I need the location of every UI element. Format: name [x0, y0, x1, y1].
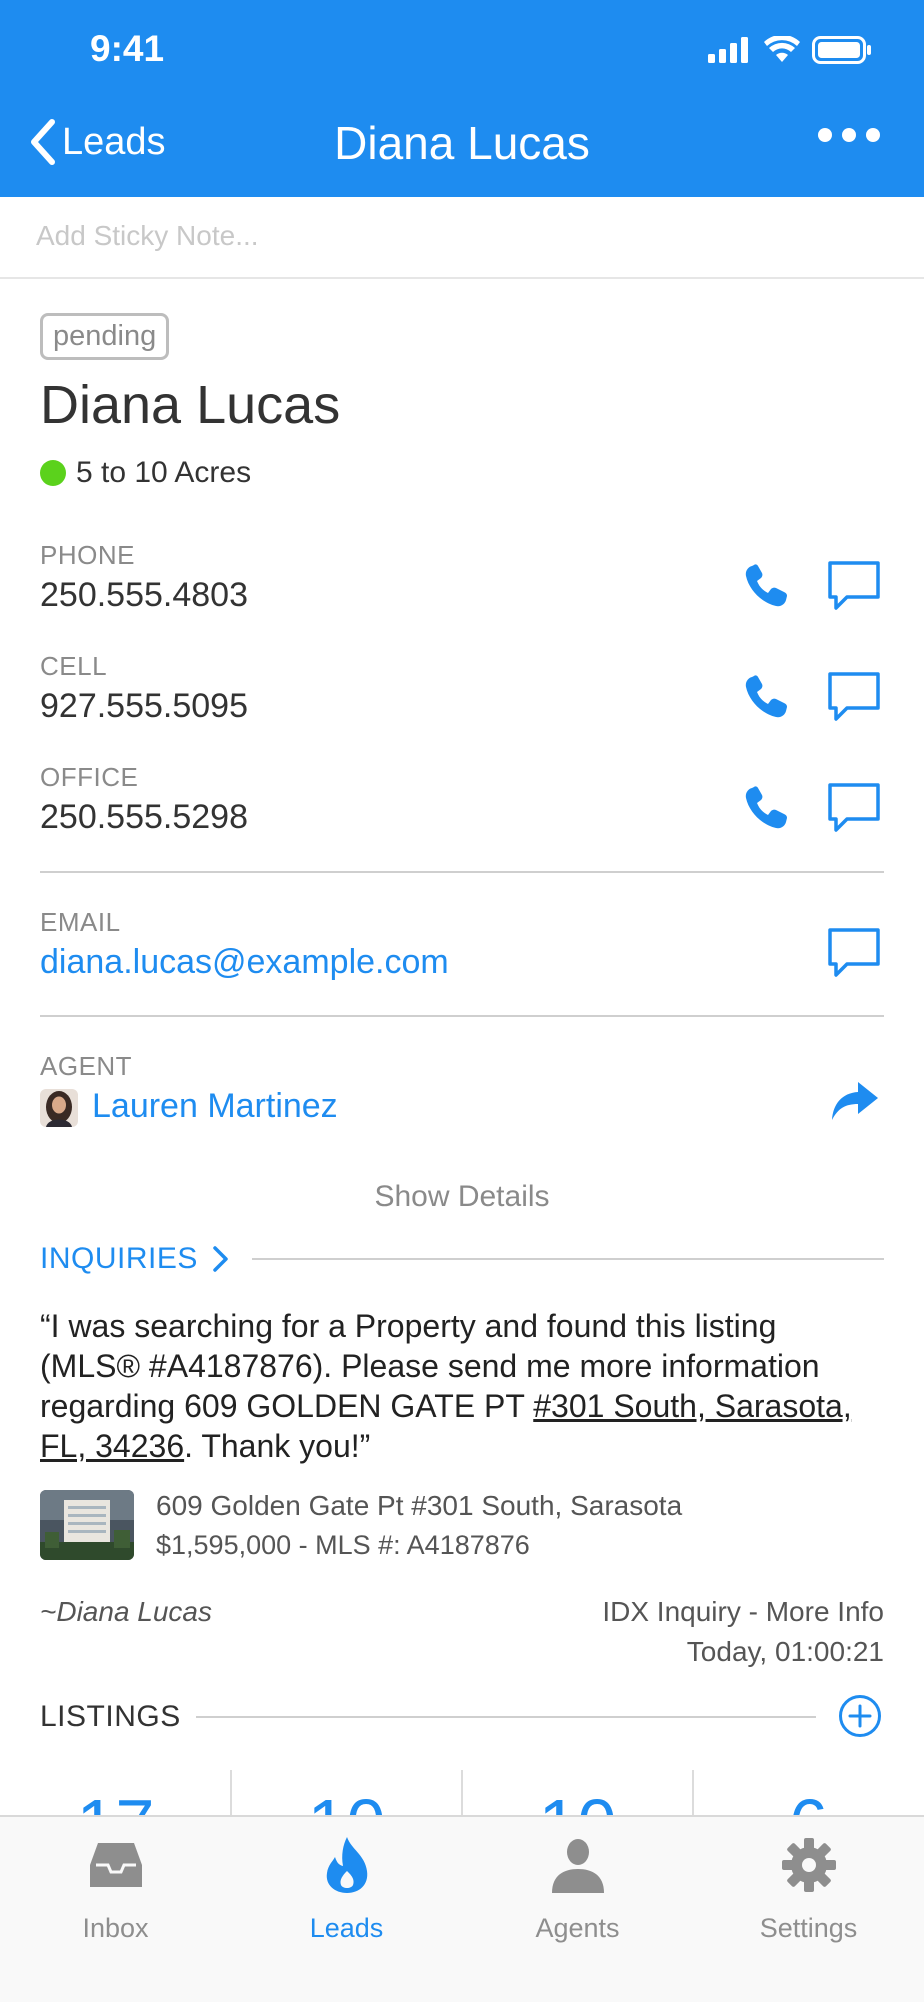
- tab-settings[interactable]: Settings: [693, 1817, 924, 1957]
- agent-avatar: [40, 1089, 78, 1127]
- sticky-note-input[interactable]: [34, 219, 838, 253]
- inquiry-signature: ~Diana Lucas: [40, 1596, 213, 1627]
- signal-icon: [708, 37, 748, 63]
- lead-name: Diana Lucas: [40, 375, 341, 435]
- inquiries-heading: INQUIRIES: [40, 1242, 198, 1275]
- listings-heading: LISTINGS: [40, 1700, 181, 1733]
- listing-address[interactable]: 609 Golden Gate Pt #301 South, Sarasota: [156, 1490, 682, 1522]
- gear-icon: [782, 1838, 836, 1892]
- phone-label: PHONE: [40, 540, 135, 570]
- listing-thumbnail[interactable]: [40, 1490, 134, 1560]
- wifi-icon: [764, 36, 800, 62]
- tab-inbox-label: Inbox: [82, 1913, 149, 1943]
- listing-price: $1,595,000 - MLS #: A4187876: [156, 1530, 530, 1560]
- tab-inbox[interactable]: Inbox: [0, 1817, 231, 1957]
- acreage-label: 5 to 10 Acres: [76, 456, 252, 489]
- forward-share-icon[interactable]: [826, 1074, 882, 1130]
- cell-label: CELL: [40, 651, 108, 681]
- flame-icon: [326, 1837, 368, 1893]
- more-icon-dot: [866, 128, 880, 142]
- show-details-button[interactable]: Show Details: [0, 1180, 924, 1214]
- inquiry-source: IDX Inquiry - More Info: [602, 1596, 884, 1627]
- agent-name-link[interactable]: Lauren Martinez: [92, 1087, 338, 1126]
- status-icons: [708, 36, 872, 64]
- page-title: Diana Lucas: [334, 117, 590, 169]
- tab-agents-label: Agents: [535, 1913, 620, 1943]
- office-label: OFFICE: [40, 762, 139, 792]
- more-icon-dot: [842, 128, 856, 142]
- divider: [40, 871, 884, 873]
- listing-stat[interactable]: 10: [462, 1784, 693, 1816]
- inquiry-time: Today, 01:00:21: [686, 1636, 884, 1667]
- listing-photo: [40, 1490, 134, 1560]
- chevron-right-icon: [213, 1246, 228, 1272]
- divider: [40, 1015, 884, 1017]
- phone-call-icon[interactable]: [738, 558, 794, 614]
- inquiries-header[interactable]: INQUIRIES: [40, 1242, 232, 1276]
- battery-icon: [812, 36, 871, 64]
- listing-stat[interactable]: 17: [0, 1784, 231, 1816]
- tab-bar: Inbox Leads Agents Settings: [0, 1815, 924, 2002]
- sticky-note-bar: [0, 197, 924, 279]
- status-badge: pending: [40, 313, 170, 360]
- agent-avatar-image: [40, 1089, 78, 1127]
- more-options-button[interactable]: [818, 128, 880, 142]
- email-message-icon[interactable]: [826, 925, 882, 981]
- tab-leads-label: Leads: [309, 1913, 384, 1943]
- office-value[interactable]: 250.555.5298: [40, 798, 248, 837]
- acreage-tag: 5 to 10 Acres: [40, 456, 251, 490]
- agent-label: AGENT: [40, 1051, 133, 1081]
- listing-stat[interactable]: 10: [231, 1784, 462, 1816]
- app-header: 9:41 Leads Diana Lucas: [0, 0, 924, 197]
- listings-divider: [196, 1716, 816, 1718]
- green-dot-icon: [40, 460, 66, 486]
- inquiry-text-end: . Thank you!”: [184, 1428, 371, 1464]
- phone-value[interactable]: 250.555.4803: [40, 576, 248, 615]
- office-call-icon[interactable]: [738, 780, 794, 836]
- email-label: EMAIL: [40, 907, 121, 937]
- listings-header: LISTINGS: [40, 1700, 181, 1734]
- cell-value[interactable]: 927.555.5095: [40, 687, 248, 726]
- listing-stats: 17 10 10 6: [0, 1770, 924, 1816]
- message-icon[interactable]: [826, 780, 882, 836]
- add-listing-icon[interactable]: [838, 1694, 882, 1738]
- email-link[interactable]: diana.lucas@example.com: [40, 943, 449, 982]
- person-icon: [552, 1839, 604, 1893]
- tab-leads[interactable]: Leads: [231, 1817, 462, 1957]
- more-icon-dot: [818, 128, 832, 142]
- inbox-icon: [90, 1843, 142, 1887]
- inquiries-divider: [252, 1258, 884, 1260]
- message-icon[interactable]: [826, 558, 882, 614]
- tab-agents[interactable]: Agents: [462, 1817, 693, 1957]
- inquiry-message: “I was searching for a Property and foun…: [40, 1306, 884, 1466]
- message-icon[interactable]: [826, 669, 882, 725]
- listing-stat[interactable]: 6: [693, 1784, 924, 1816]
- cell-call-icon[interactable]: [738, 669, 794, 725]
- tab-settings-label: Settings: [759, 1913, 858, 1943]
- status-time: 9:41: [90, 28, 165, 69]
